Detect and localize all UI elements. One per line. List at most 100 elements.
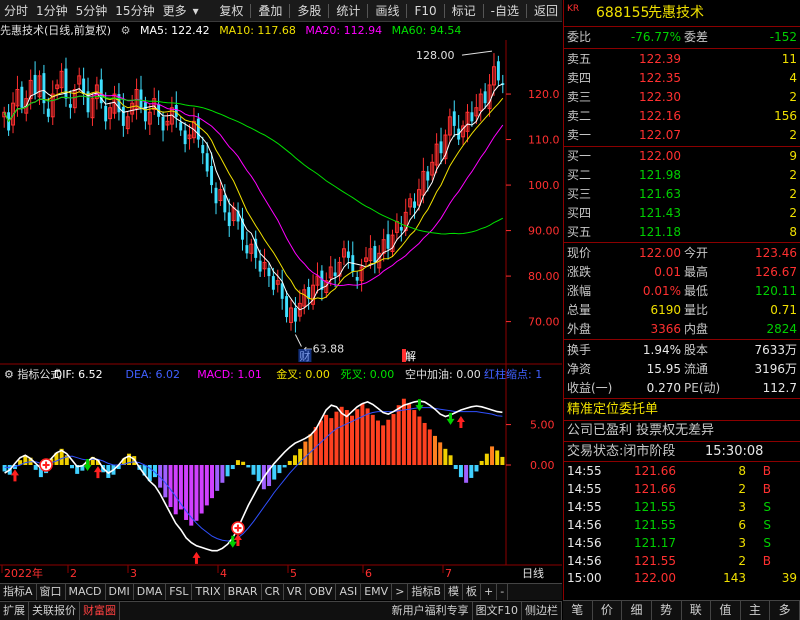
y-tick-label: 90.00 — [528, 225, 560, 238]
candle-body — [245, 245, 249, 254]
tab-ext-4[interactable]: 图文F10 — [473, 602, 522, 620]
stat-label: 量比 — [684, 303, 709, 317]
jingzhun-row[interactable]: 精准定位委托单 — [564, 400, 800, 419]
macd-bar — [339, 406, 344, 465]
tab-indicator-11[interactable]: ASI — [336, 584, 362, 600]
bid-price[interactable]: 121.18 — [639, 223, 681, 242]
fund-label: 净资 — [567, 362, 592, 376]
bid-price[interactable]: 121.98 — [639, 166, 681, 185]
fund-value: 3196万 — [754, 362, 797, 376]
macd-bar — [235, 460, 240, 465]
chevron-down-icon[interactable]: ▾ — [191, 0, 201, 22]
tab-ext-1[interactable]: 关联报价 — [29, 602, 80, 620]
macd-bar — [500, 456, 505, 465]
bid-price[interactable]: 121.43 — [639, 204, 681, 223]
tb-fanhui[interactable]: 返回 — [530, 0, 562, 22]
ask-price[interactable]: 122.35 — [639, 69, 681, 88]
tb-tongji[interactable]: 统计 — [332, 0, 364, 22]
tick-time: 14:55 — [567, 464, 602, 478]
macd-bar — [334, 411, 339, 465]
tab-indicator-18[interactable]: - — [497, 584, 509, 600]
stat-row: 现价 122.00 今开 123.46 — [564, 244, 800, 263]
tb-5min[interactable]: 5分钟 — [72, 0, 112, 22]
candle-body — [104, 105, 108, 122]
macd-bar — [308, 434, 313, 465]
bid-price[interactable]: 122.00 — [639, 147, 681, 166]
tab-ext-2[interactable]: 财富圈 — [80, 602, 120, 620]
tab-indicator-0[interactable]: 指标A — [0, 584, 37, 600]
candle-body — [139, 89, 143, 108]
fund-label: PE(动) — [684, 381, 721, 395]
tb-1min[interactable]: 1分钟 — [32, 0, 72, 22]
ask-price[interactable]: 122.39 — [639, 50, 681, 69]
tb-fuquan[interactable]: 复权 — [215, 0, 247, 22]
tab-indicator-7[interactable]: BRAR — [225, 584, 262, 600]
ask-price[interactable]: 122.30 — [639, 88, 681, 107]
macd-bar — [344, 410, 349, 465]
macd-bar — [479, 460, 484, 465]
candle-body — [452, 111, 456, 126]
chart-title[interactable]: 先惠技术(日线,前复权) — [0, 24, 111, 37]
tab-indicator-17[interactable]: + — [481, 584, 498, 600]
tick-vol: 8 — [738, 464, 746, 478]
macd-bar — [210, 465, 215, 499]
tab-indicator-12[interactable]: EMV — [361, 584, 393, 600]
macd-bar — [287, 460, 292, 465]
jingzhun-text[interactable]: 精准定位委托单 — [567, 400, 658, 419]
tick-time: 14:55 — [567, 482, 602, 496]
tb-huaxian[interactable]: 画线 — [371, 0, 403, 22]
tab-right-6[interactable]: 主 — [741, 601, 771, 620]
bid-price[interactable]: 121.63 — [639, 185, 681, 204]
stock-name[interactable]: 先惠技术 — [648, 2, 704, 24]
tab-indicator-10[interactable]: OBV — [306, 584, 337, 600]
stat-value: 0.01% — [642, 284, 681, 298]
tab-right-1[interactable]: 价 — [593, 601, 623, 620]
tab-indicator-5[interactable]: FSL — [166, 584, 193, 600]
tab-right-4[interactable]: 联 — [682, 601, 712, 620]
tab-indicator-14[interactable]: 指标B — [408, 584, 445, 600]
fund-row: 换手 1.94% 股本 7633万 — [564, 341, 800, 360]
tab-right-0[interactable]: 笔 — [563, 601, 593, 620]
tab-indicator-3[interactable]: DMI — [106, 584, 134, 600]
tab-indicator-15[interactable]: 模 — [445, 584, 463, 600]
weicha-label: 委差 — [684, 30, 709, 44]
macd-bar — [194, 465, 199, 521]
indicator-name: ⚙ 指标公式 — [4, 367, 61, 381]
macd-lines — [4, 400, 503, 552]
tab-right-3[interactable]: 势 — [652, 601, 682, 620]
tab-indicator-2[interactable]: MACD — [66, 584, 106, 600]
tb-15min[interactable]: 15分钟 — [111, 0, 158, 22]
tab-indicator-9[interactable]: VR — [284, 584, 307, 600]
indicator-tabs: 指标A 窗口 MACD DMI DMA FSL TRIX BRAR CR VR OBV ASI EMV >… — [0, 583, 562, 600]
tb-biaoji[interactable]: 标记 — [448, 0, 480, 22]
tb-more[interactable]: 更多 — [159, 0, 191, 22]
tab-right-2[interactable]: 细 — [622, 601, 652, 620]
tb-f10[interactable]: F10 — [410, 0, 440, 22]
tab-ext-3[interactable]: 新用户福利专享 — [389, 602, 473, 620]
weibi-row: 委比 -76.77% 委差 -152 — [564, 28, 800, 47]
tab-indicator-13[interactable]: > — [392, 584, 409, 600]
tab-indicator-16[interactable]: 板 — [463, 584, 481, 600]
ask-price[interactable]: 122.07 — [639, 126, 681, 145]
candle-body — [413, 201, 417, 208]
tb-zixuan[interactable]: -自选 — [487, 0, 523, 22]
macd-bar — [178, 465, 183, 510]
tab-indicator-4[interactable]: DMA — [134, 584, 167, 600]
ask-price[interactable]: 122.16 — [639, 107, 681, 126]
stock-code[interactable]: 688155 — [596, 2, 649, 24]
tb-fenshi[interactable]: 分时 — [0, 0, 32, 22]
kr-badge: KR — [567, 4, 580, 14]
tb-duogu[interactable]: 多股 — [293, 0, 325, 22]
tab-ext-5[interactable]: 侧边栏 — [522, 602, 562, 620]
macd-bar — [495, 450, 500, 465]
tab-indicator-8[interactable]: CR — [262, 584, 284, 600]
settings-gear-icon[interactable]: ⚙ — [121, 24, 131, 37]
tab-indicator-6[interactable]: TRIX — [192, 584, 225, 600]
kline-chart[interactable]: 70.0080.0090.00100.0110.0120.0 128.00←63… — [0, 40, 562, 580]
bid-vol: 8 — [789, 225, 797, 239]
tb-diejia[interactable]: 叠加 — [254, 0, 286, 22]
tab-ext-0[interactable]: 扩展 — [0, 602, 29, 620]
tab-indicator-1[interactable]: 窗口 — [37, 584, 66, 600]
tab-right-7[interactable]: 多 — [770, 601, 800, 620]
tab-right-5[interactable]: 值 — [711, 601, 741, 620]
